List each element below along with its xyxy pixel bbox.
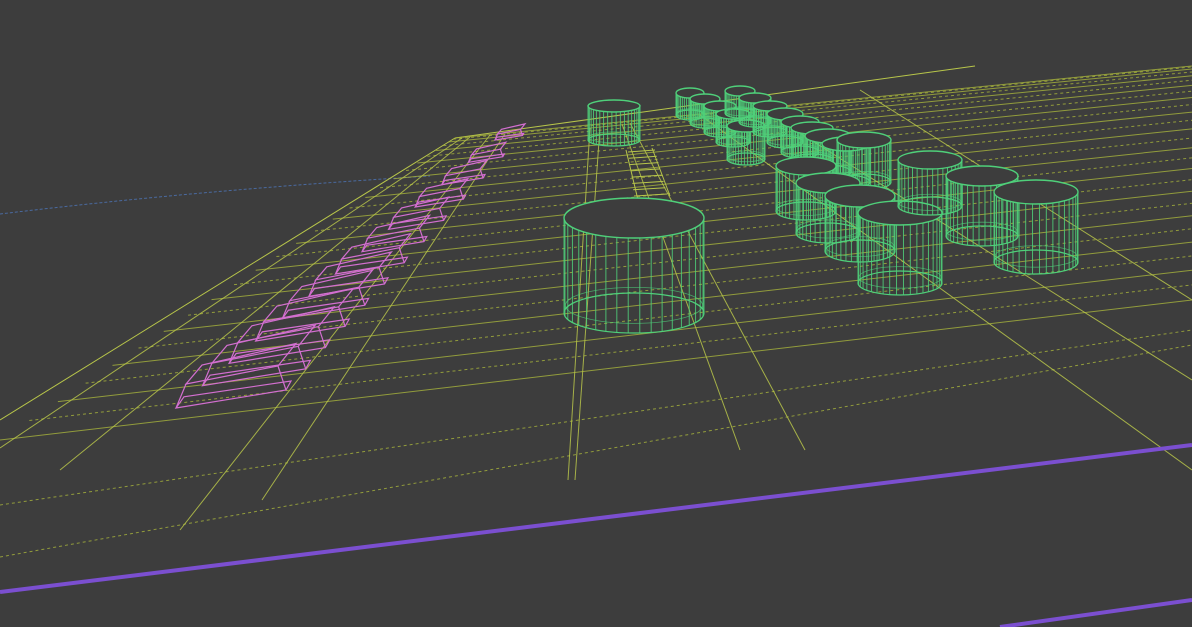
3d-wireframe-viewport[interactable] — [0, 0, 1192, 627]
knob-top-face — [897, 150, 963, 170]
fader-rung — [628, 155, 657, 159]
key[interactable] — [334, 232, 413, 275]
board-grid-column — [179, 134, 491, 531]
viewport-canvas[interactable] — [0, 0, 1192, 627]
knob-top-face — [587, 99, 641, 113]
key-edge — [202, 362, 213, 386]
board-grid-row — [0, 344, 1192, 558]
horizon-line — [0, 175, 431, 215]
knob-top-face — [563, 197, 705, 239]
knob-top-face — [775, 156, 837, 176]
selection-edge-corner — [999, 598, 1192, 627]
selection-edge-outline — [0, 443, 1192, 627]
fader-rung — [632, 180, 664, 184]
board-grid-column — [261, 133, 506, 501]
fader-rung — [631, 174, 662, 178]
board-grid-row — [112, 241, 1192, 366]
key-front-face — [360, 235, 428, 253]
key-front-face — [201, 359, 312, 387]
key-top-face — [288, 269, 374, 302]
key-edge — [398, 247, 405, 263]
horizon-axis-line — [0, 175, 431, 215]
knob-base-ring — [857, 270, 943, 296]
key-front-face — [227, 338, 331, 365]
knob-base-ring — [563, 292, 705, 334]
knob-base-ring — [993, 249, 1079, 275]
board-grid-row — [0, 329, 1192, 506]
knob-top-face — [836, 131, 892, 149]
key-edge — [439, 208, 445, 221]
key-edge — [297, 346, 307, 369]
fader-rung — [633, 187, 666, 191]
pink-key-row[interactable] — [174, 122, 527, 409]
key-edge — [459, 188, 464, 200]
large-knob[interactable] — [563, 197, 705, 334]
fader-rung — [629, 162, 659, 166]
key-front-face — [174, 380, 293, 409]
knob-top-face — [993, 179, 1079, 205]
key-edge — [277, 365, 287, 391]
key-edge — [499, 149, 504, 157]
board-grid-column — [0, 137, 463, 449]
selection-edge-near — [0, 443, 1192, 594]
key[interactable] — [307, 251, 393, 298]
